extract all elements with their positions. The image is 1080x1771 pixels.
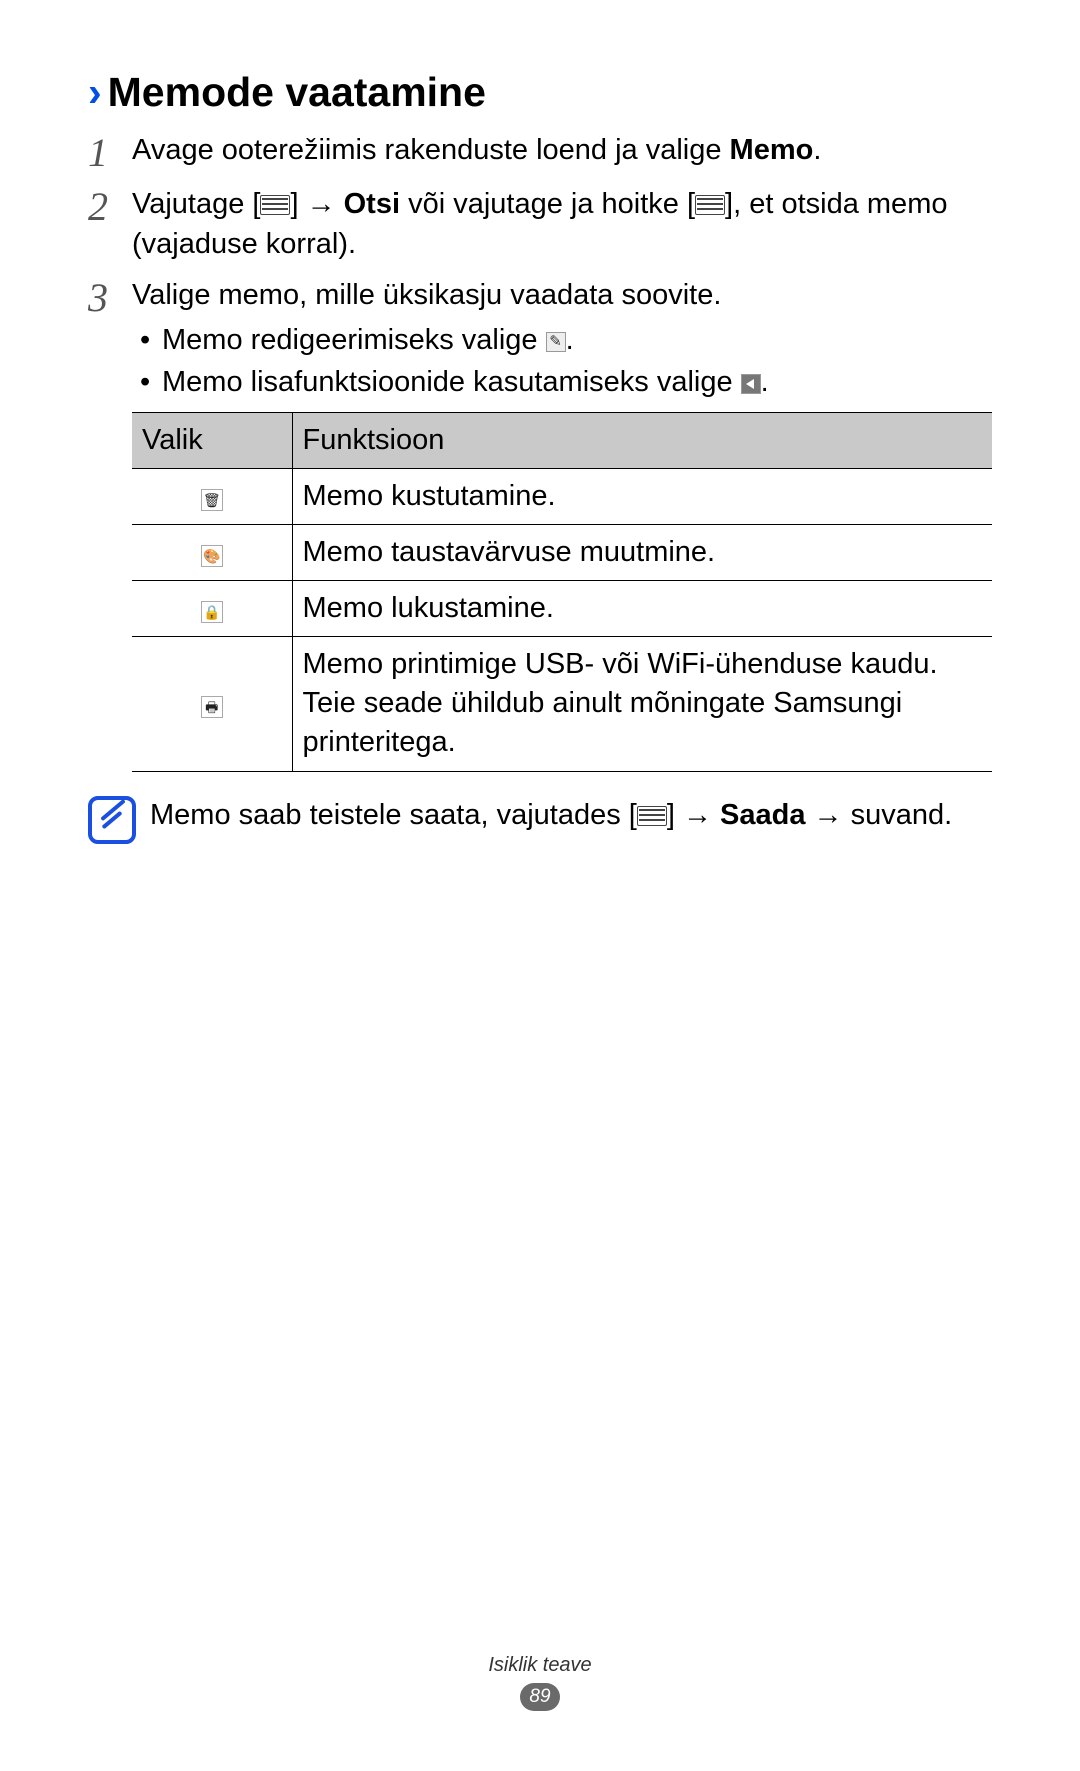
text: Memo lisafunktsioonide kasutamiseks vali…	[162, 366, 741, 398]
step-number: 2	[88, 185, 132, 264]
list-item: Memo lisafunktsioonide kasutamiseks vali…	[132, 362, 992, 402]
text: Memo saab teistele saata, vajutades [	[150, 799, 637, 831]
function-cell: Memo lukustamine.	[292, 580, 992, 636]
note-body: Memo saab teistele saata, vajutades [ ] →…	[150, 796, 952, 844]
option-icon-cell: 🔒	[132, 580, 292, 636]
palette-icon: 🎨	[201, 545, 223, 567]
text: ] →	[667, 799, 720, 831]
step-2: 2 Vajutage [ ] → Otsi või vajutage ja hoi…	[88, 185, 992, 264]
step-1: 1 Avage ooterežiimis rakenduste loend ja…	[88, 131, 992, 173]
text: → suvand.	[805, 799, 952, 831]
bullet-list: Memo redigeerimiseks valige . Memo lisaf…	[132, 320, 992, 402]
text: Memo redigeerimiseks valige	[162, 324, 546, 356]
menu-key-icon	[695, 195, 725, 215]
section-heading: ›Memode vaatamine	[88, 68, 992, 117]
text: Avage ooterežiimis rakenduste loend ja v…	[132, 134, 730, 166]
step-body: Vajutage [ ] → Otsi või vajutage ja hoitk…	[132, 185, 992, 264]
chevron-right-icon: ›	[88, 69, 102, 115]
footer-section-label: Isiklik teave	[0, 1654, 1080, 1677]
table-header-row: Valik Funktsioon	[132, 412, 992, 468]
menu-key-icon	[260, 195, 290, 215]
lock-icon: 🔒	[201, 601, 223, 623]
text: ] →	[290, 188, 343, 220]
table-row: 🎨 Memo taustavärvuse muutmine.	[132, 524, 992, 580]
text: Vajutage [	[132, 188, 260, 220]
trash-icon: 🗑	[201, 489, 223, 511]
step-number: 1	[88, 131, 132, 173]
text: .	[566, 324, 574, 356]
function-cell: Memo taustavärvuse muutmine.	[292, 524, 992, 580]
function-cell: Memo printimige USB- või WiFi-ühenduse k…	[292, 637, 992, 771]
text-bold: Saada	[720, 799, 805, 831]
step-3: 3 Valige memo, mille üksikasju vaadata s…	[88, 276, 992, 771]
step-body: Valige memo, mille üksikasju vaadata soo…	[132, 276, 992, 771]
text: .	[813, 134, 821, 166]
text-bold: Otsi	[344, 188, 400, 220]
table-row: 🗑 Memo kustutamine.	[132, 468, 992, 524]
table-row: 🔒 Memo lukustamine.	[132, 580, 992, 636]
page-footer: Isiklik teave 89	[0, 1654, 1080, 1711]
function-cell: Memo kustutamine.	[292, 468, 992, 524]
option-icon-cell: 🎨	[132, 524, 292, 580]
step-body: Avage ooterežiimis rakenduste loend ja v…	[132, 131, 992, 173]
printer-icon: 🖶	[201, 696, 223, 718]
text-bold: Memo	[730, 134, 814, 166]
edit-icon	[546, 332, 566, 352]
triangle-left-icon	[741, 374, 761, 394]
col-header-function: Funktsioon	[292, 412, 992, 468]
option-icon-cell: 🗑	[132, 468, 292, 524]
step-number: 3	[88, 276, 132, 771]
col-header-option: Valik	[132, 412, 292, 468]
heading-text: Memode vaatamine	[108, 69, 486, 115]
list-item: Memo redigeerimiseks valige .	[132, 320, 992, 360]
note-block: Memo saab teistele saata, vajutades [ ] →…	[88, 796, 992, 844]
menu-key-icon	[637, 806, 667, 826]
option-icon-cell: 🖶	[132, 637, 292, 771]
text: või vajutage ja hoitke [	[400, 188, 695, 220]
table-row: 🖶 Memo printimige USB- või WiFi-ühenduse…	[132, 637, 992, 771]
text: Valige memo, mille üksikasju vaadata soo…	[132, 279, 721, 311]
text: .	[761, 366, 769, 398]
note-icon	[88, 796, 136, 844]
options-table: Valik Funktsioon 🗑 Memo kustutamine. 🎨 M…	[132, 412, 992, 772]
page-number-badge: 89	[520, 1683, 560, 1711]
